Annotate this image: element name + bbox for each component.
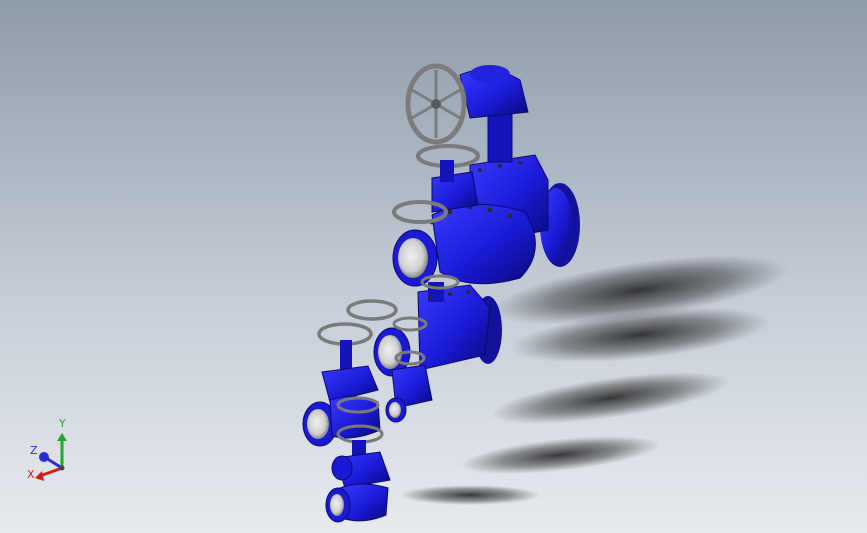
model-scene[interactable] bbox=[0, 0, 867, 533]
coordinate-triad bbox=[35, 433, 67, 481]
handwheel[interactable] bbox=[346, 299, 398, 321]
z-axis-label: Z bbox=[30, 444, 38, 457]
gearbox-handwheel[interactable] bbox=[405, 63, 467, 145]
z-axis-arrow bbox=[45, 456, 63, 470]
graphics-viewport[interactable]: Y Z X bbox=[0, 0, 867, 533]
y-axis-label: Y bbox=[59, 417, 66, 430]
x-axis-arrow bbox=[39, 466, 63, 478]
valve-small-upper[interactable] bbox=[302, 299, 398, 447]
x-axis-label: X bbox=[27, 468, 35, 481]
valve-large-gear-operated[interactable] bbox=[392, 63, 580, 287]
